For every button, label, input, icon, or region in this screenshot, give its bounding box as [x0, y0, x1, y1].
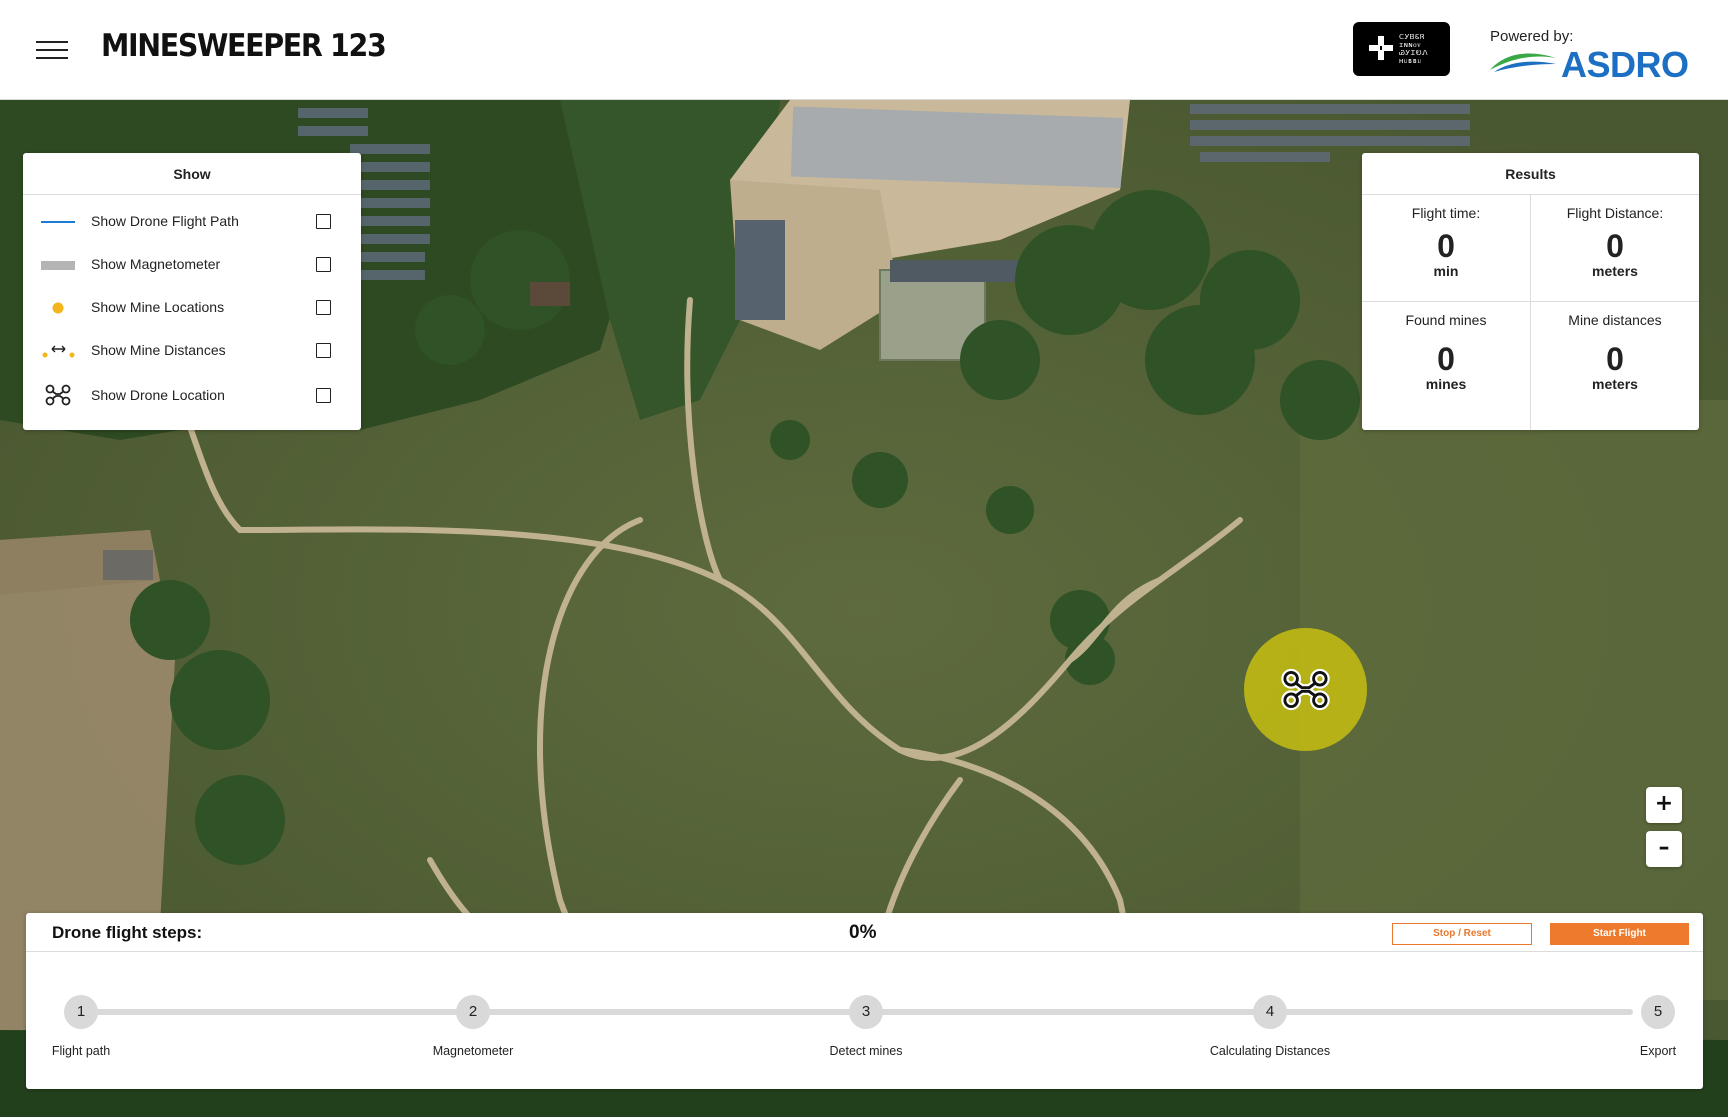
show-drone-location-checkbox[interactable]	[316, 388, 331, 403]
asdro-wordmark: ASDRO	[1561, 44, 1689, 85]
result-mine-distances: Mine distances 0 meters	[1531, 302, 1699, 392]
app-header: MINESWEEPER 123 ᑕᎩᏴᏋᏒ ɪɴɴᴏᴠ ᏊᎩᏆᎧᏁ ʜᴜʙʙᴜ …	[0, 0, 1728, 100]
result-value: 0	[1437, 228, 1455, 264]
drone-icon	[1281, 668, 1330, 711]
step-5-label: Export	[1639, 1044, 1677, 1058]
drone-flight-steps-panel: Drone flight steps: 0% Stop / Reset Star…	[26, 913, 1703, 1089]
step-4-circle[interactable]: 4	[1253, 995, 1287, 1029]
drone-location-marker[interactable]	[1244, 628, 1367, 751]
step-5-circle[interactable]: 5	[1641, 995, 1675, 1029]
powered-by-label: Powered by:	[1490, 28, 1574, 45]
step-2-circle[interactable]: 2	[456, 995, 490, 1029]
step-3-circle[interactable]: 3	[849, 995, 883, 1029]
show-mine-locations-row[interactable]: Show Mine Locations	[23, 288, 361, 328]
cross-emblem-icon	[1367, 33, 1395, 63]
steps-header: Drone flight steps: 0% Stop / Reset Star…	[26, 913, 1703, 952]
result-unit: mines	[1425, 376, 1467, 392]
steps-title: Drone flight steps:	[52, 923, 203, 942]
show-drone-location-label: Show Drone Location	[91, 387, 225, 403]
result-value: 0	[1606, 341, 1624, 377]
app-title: MINESWEEPER 123	[101, 28, 387, 64]
result-flight-distance: Flight Distance: 0 meters	[1531, 195, 1699, 279]
step-3-label: Detect mines	[829, 1044, 903, 1058]
asdro-swoosh-icon	[1490, 53, 1556, 72]
result-label: Found mines	[1405, 312, 1487, 328]
show-flight-path-checkbox[interactable]	[316, 214, 331, 229]
show-magnetometer-row[interactable]: Show Magnetometer	[23, 245, 361, 285]
result-unit: meters	[1592, 263, 1638, 279]
results-panel-title: Results	[1362, 153, 1699, 195]
result-found-mines: Found mines 0 mines	[1362, 302, 1530, 392]
mine-distance-icon	[42, 345, 75, 358]
show-drone-location-row[interactable]: Show Drone Location	[23, 376, 361, 416]
show-flight-path-label: Show Drone Flight Path	[91, 213, 239, 229]
cyber-logo-text: ᑕᎩᏴᏋᏒ ɪɴɴᴏᴠ ᏊᎩᏆᎧᏁ ʜᴜʙʙᴜ	[1399, 33, 1439, 65]
progress-percentage: 0%	[849, 922, 877, 943]
flight-path-line-icon	[41, 221, 75, 223]
result-flight-time: Flight time: 0 min	[1362, 195, 1530, 279]
show-mine-locations-checkbox[interactable]	[316, 300, 331, 315]
magnetometer-bar-icon	[41, 261, 75, 270]
asdro-logo: ASDRO	[1488, 44, 1689, 85]
cyber-logo-line: ɪɴɴᴏᴠ	[1399, 41, 1422, 49]
show-mine-distances-label: Show Mine Distances	[91, 342, 226, 358]
step-1-circle[interactable]: 1	[64, 995, 98, 1029]
show-mine-distances-checkbox[interactable]	[316, 343, 331, 358]
cyber-logo-line: ᑕᎩᏴᏋᏒ	[1399, 33, 1425, 41]
result-value: 0	[1437, 341, 1455, 377]
stop-reset-button[interactable]: Stop / Reset	[1392, 923, 1532, 945]
result-value: 0	[1606, 228, 1624, 264]
hamburger-menu-icon[interactable]	[36, 38, 68, 60]
show-panel-title: Show	[23, 153, 361, 195]
step-2-label: Magnetometer	[432, 1044, 514, 1058]
zoom-in-button[interactable]: +	[1646, 787, 1682, 823]
step-4-label: Calculating Distances	[1209, 1044, 1331, 1058]
step-1-label: Flight path	[51, 1044, 111, 1058]
start-flight-button[interactable]: Start Flight	[1550, 923, 1689, 945]
cyber-logo-line: ᏊᎩᏆᎧᏁ	[1399, 49, 1429, 57]
zoom-out-button[interactable]: –	[1646, 831, 1682, 867]
result-label: Flight time:	[1411, 205, 1481, 221]
mine-dot-icon	[52, 302, 64, 314]
show-mine-distances-row[interactable]: Show Mine Distances	[23, 331, 361, 371]
result-label: Flight Distance:	[1566, 205, 1664, 221]
result-unit: min	[1433, 263, 1459, 279]
cyber-logo-line: ʜᴜʙʙᴜ	[1399, 57, 1422, 65]
result-label: Mine distances	[1568, 312, 1662, 328]
show-layers-panel: Show Show Drone Flight Path Show Magneto…	[23, 153, 361, 430]
cyber-innovation-hub-logo: ᑕᎩᏴᏋᏒ ɪɴɴᴏᴠ ᏊᎩᏆᎧᏁ ʜᴜʙʙᴜ	[1353, 22, 1450, 76]
drone-icon	[45, 384, 71, 406]
show-magnetometer-checkbox[interactable]	[316, 257, 331, 272]
result-unit: meters	[1592, 376, 1638, 392]
show-magnetometer-label: Show Magnetometer	[91, 256, 221, 272]
show-flight-path-row[interactable]: Show Drone Flight Path	[23, 202, 361, 242]
results-panel: Results Flight time: 0 min Flight Distan…	[1362, 153, 1699, 430]
show-mine-locations-label: Show Mine Locations	[91, 299, 225, 315]
